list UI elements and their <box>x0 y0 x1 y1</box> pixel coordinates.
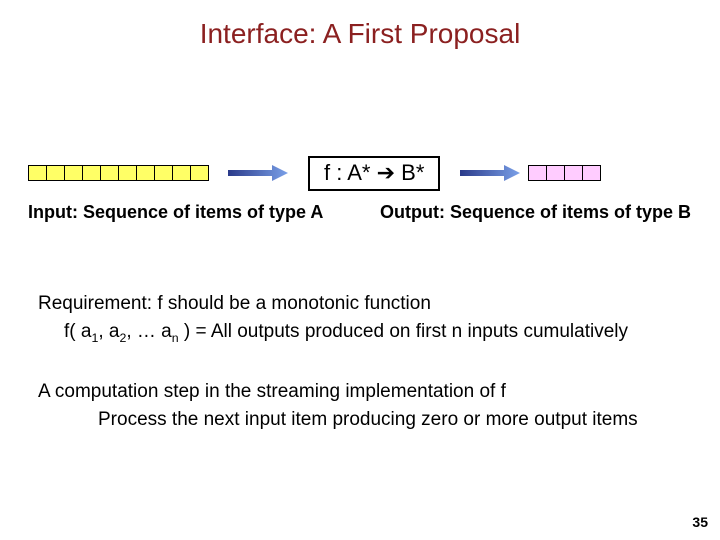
input-sequence-boxes <box>28 165 208 181</box>
text: f( a <box>64 321 91 342</box>
output-cell <box>546 165 565 181</box>
fbox-lhs: f : A* <box>324 160 377 185</box>
requirement-text: Requirement: f should be a monotonic fun… <box>38 290 628 347</box>
output-cell <box>582 165 601 181</box>
computation-text: A computation step in the streaming impl… <box>38 378 638 433</box>
input-cell <box>118 165 137 181</box>
output-caption: Output: Sequence of items of type B <box>380 202 691 223</box>
arrow-right-icon <box>228 164 288 182</box>
slide-title: Interface: A First Proposal <box>0 18 720 50</box>
function-box: f : A* ➔ B* <box>308 156 440 191</box>
requirement-line2: f( a1, a2, … an ) = All outputs produced… <box>64 318 628 348</box>
input-cell <box>172 165 191 181</box>
slide: Interface: A First Proposal f : A* ➔ B* <box>0 0 720 540</box>
subscript: n <box>172 330 179 344</box>
text: , … a <box>126 321 171 342</box>
text: , a <box>98 321 119 342</box>
input-cell <box>46 165 65 181</box>
arrow-right-icon <box>460 164 520 182</box>
input-cell <box>136 165 155 181</box>
computation-line2: Process the next input item producing ze… <box>98 406 638 434</box>
input-cell <box>100 165 119 181</box>
input-cell <box>64 165 83 181</box>
input-cell <box>154 165 173 181</box>
arrow-glyph-icon: ➔ <box>377 160 395 185</box>
fbox-rhs: B* <box>395 160 424 185</box>
diagram: f : A* ➔ B* <box>28 160 692 190</box>
output-cell <box>528 165 547 181</box>
text: ) = All outputs produced on first n inpu… <box>179 321 628 342</box>
page-number: 35 <box>692 514 708 530</box>
output-sequence-boxes <box>528 165 600 181</box>
output-cell <box>564 165 583 181</box>
requirement-line1: Requirement: f should be a monotonic fun… <box>38 290 628 318</box>
input-cell <box>190 165 209 181</box>
input-cell <box>82 165 101 181</box>
input-cell <box>28 165 47 181</box>
computation-line1: A computation step in the streaming impl… <box>38 378 638 406</box>
input-caption: Input: Sequence of items of type A <box>28 202 323 223</box>
